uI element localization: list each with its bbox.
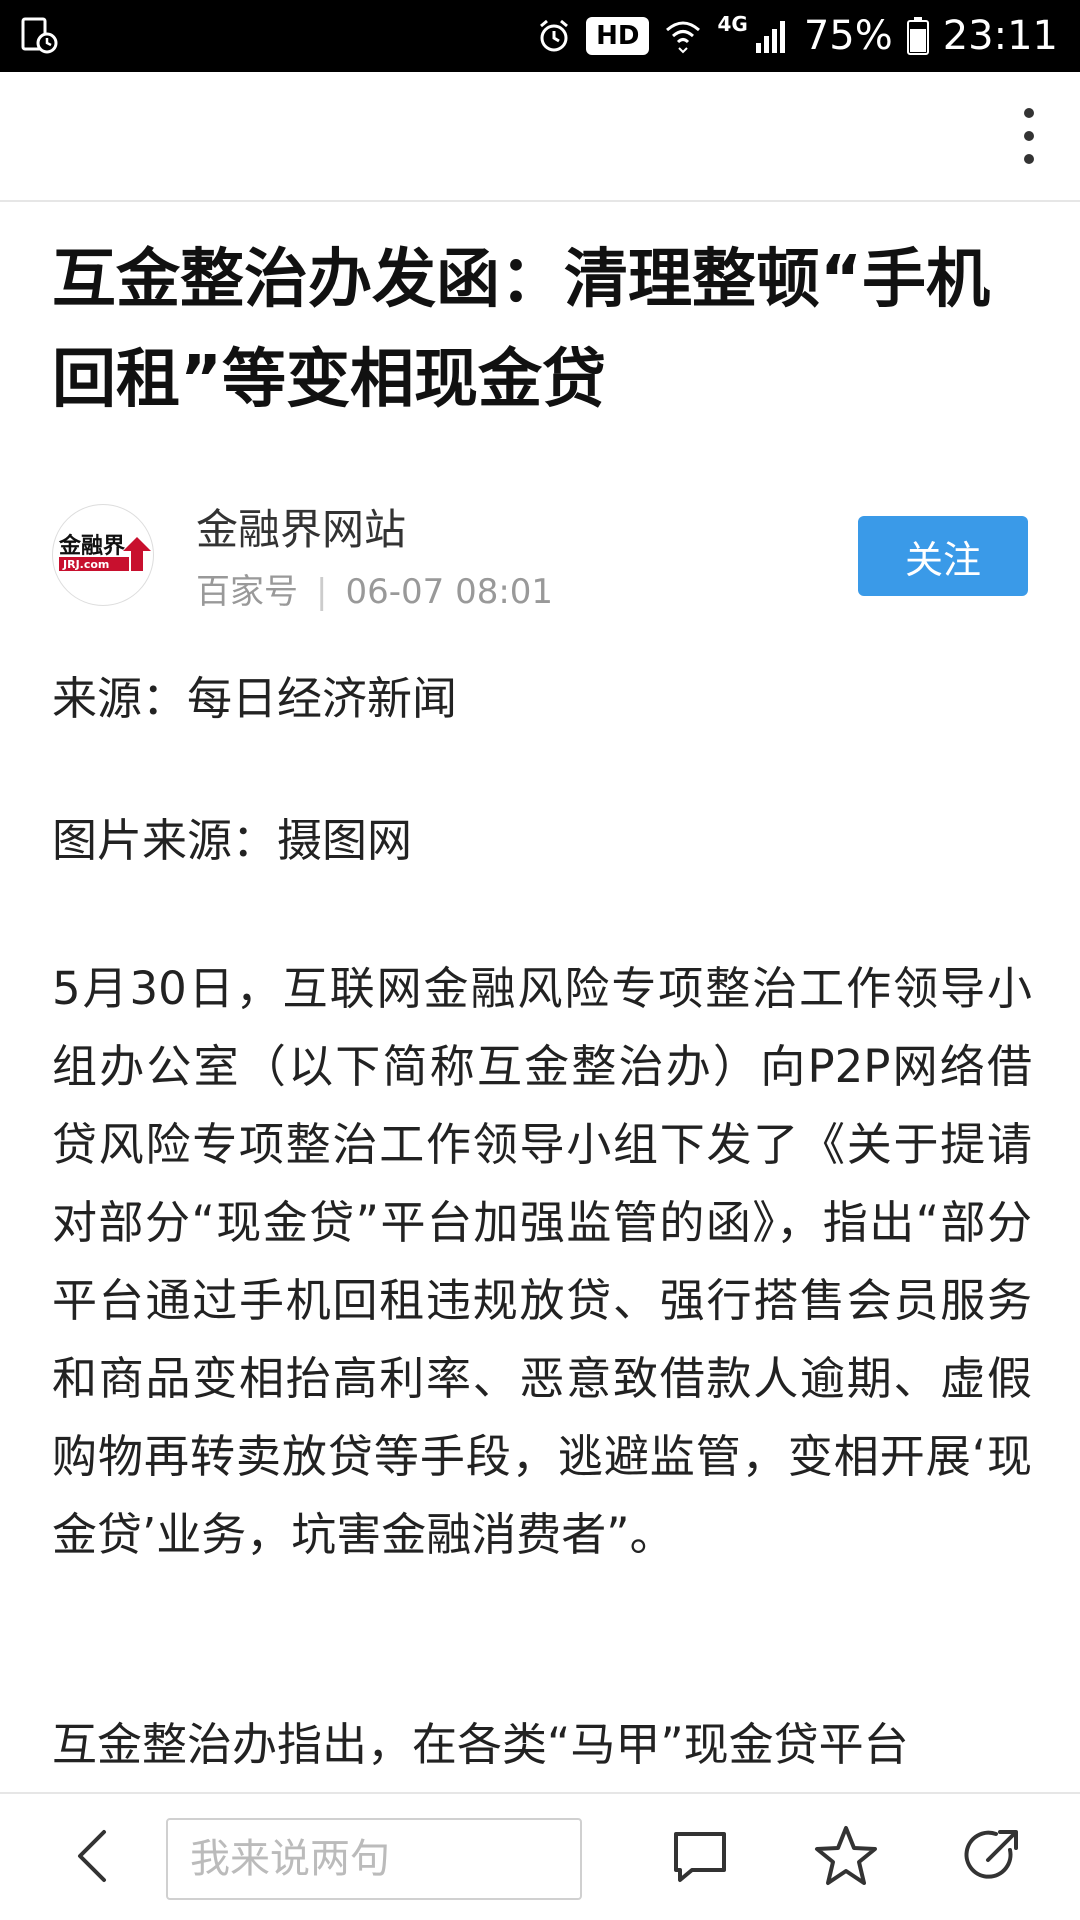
article-paragraph: 图片来源：摄图网: [52, 814, 413, 867]
article-paragraph: 5月30日，互联网金融风险专项整治工作领导小组办公室（以下简称互金整治办）向P2…: [52, 962, 1032, 1561]
back-arrow-icon[interactable]: [68, 1824, 116, 1888]
wifi-icon: [666, 21, 701, 54]
jrj-logo-icon: 金融界 JRJ.com: [58, 533, 151, 571]
status-bar: HD 4G 75% 23:11: [0, 0, 1080, 72]
share-icon[interactable]: [958, 1820, 1026, 1892]
meta-divider: |: [316, 572, 328, 612]
battery-percent: 75%: [803, 13, 893, 59]
svg-text:金融界: 金融界: [58, 533, 125, 559]
clock: 23:11: [942, 13, 1058, 59]
author-name[interactable]: 金融界网站: [196, 502, 406, 558]
svg-text:JRJ.com: JRJ.com: [62, 558, 109, 571]
star-icon[interactable]: [812, 1820, 880, 1892]
comment-icon[interactable]: [666, 1820, 734, 1892]
author-row: 金融界 JRJ.com 金融界网站 百家号 | 06-07 08:01 关注: [52, 500, 1028, 612]
alarm-icon: [540, 19, 569, 52]
screenshot-notification-icon: [21, 17, 58, 54]
comment-input[interactable]: [166, 1818, 582, 1900]
battery-icon: [906, 17, 929, 55]
article-title: 互金整治办发函：清理整顿“手机回租”等变相现金贷: [52, 243, 991, 417]
signal-icon: [755, 21, 785, 53]
article-paragraph: 互金整治办指出，在各类“马甲”现金贷平台: [52, 1718, 909, 1771]
hd-badge: HD: [586, 17, 650, 55]
article-paragraph: 来源：每日经济新闻: [52, 672, 458, 725]
network-type: 4G: [717, 12, 748, 36]
author-avatar[interactable]: 金融界 JRJ.com: [52, 504, 154, 606]
author-meta: 百家号 | 06-07 08:01: [196, 570, 553, 614]
top-app-bar: [0, 72, 1080, 202]
more-vertical-icon[interactable]: [1022, 108, 1036, 164]
follow-button[interactable]: 关注: [858, 516, 1028, 596]
platform-label: 百家号: [196, 572, 298, 612]
status-icons: HD 4G 75% 23:11: [536, 0, 1058, 72]
bottom-toolbar: [0, 1792, 1080, 1920]
publish-date: 06-07 08:01: [345, 572, 554, 612]
